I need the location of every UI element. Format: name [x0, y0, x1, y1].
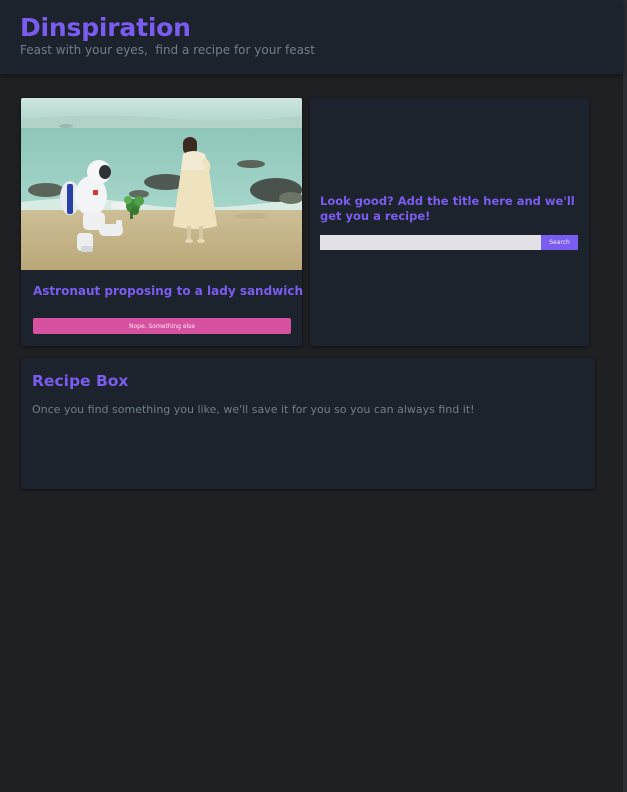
- recipe-title-search-input[interactable]: [320, 235, 541, 250]
- site-title: Dinspiration: [20, 13, 191, 42]
- page-scrollbar[interactable]: [623, 0, 627, 792]
- recipe-box-title: Recipe Box: [32, 372, 129, 390]
- search-prompt: Look good? Add the title here and we'll …: [320, 194, 575, 223]
- recipe-box-card: Recipe Box Once you find something you l…: [21, 358, 595, 489]
- recipe-box-description: Once you find something you like, we'll …: [32, 403, 475, 416]
- recipe-title: Astronaut proposing to a lady sandwich: [33, 284, 304, 298]
- recipe-photo-illustration: [21, 98, 302, 270]
- site-tagline: Feast with your eyes, find a recipe for …: [20, 43, 315, 57]
- skip-recipe-button[interactable]: Nope. Something else: [33, 318, 291, 334]
- recipe-search-card: Look good? Add the title here and we'll …: [310, 98, 589, 346]
- recipe-photo: [21, 98, 302, 270]
- site-header: Dinspiration Feast with your eyes, find …: [0, 0, 623, 74]
- featured-recipe-card: Astronaut proposing to a lady sandwich N…: [21, 98, 304, 346]
- search-button[interactable]: Search: [541, 235, 578, 250]
